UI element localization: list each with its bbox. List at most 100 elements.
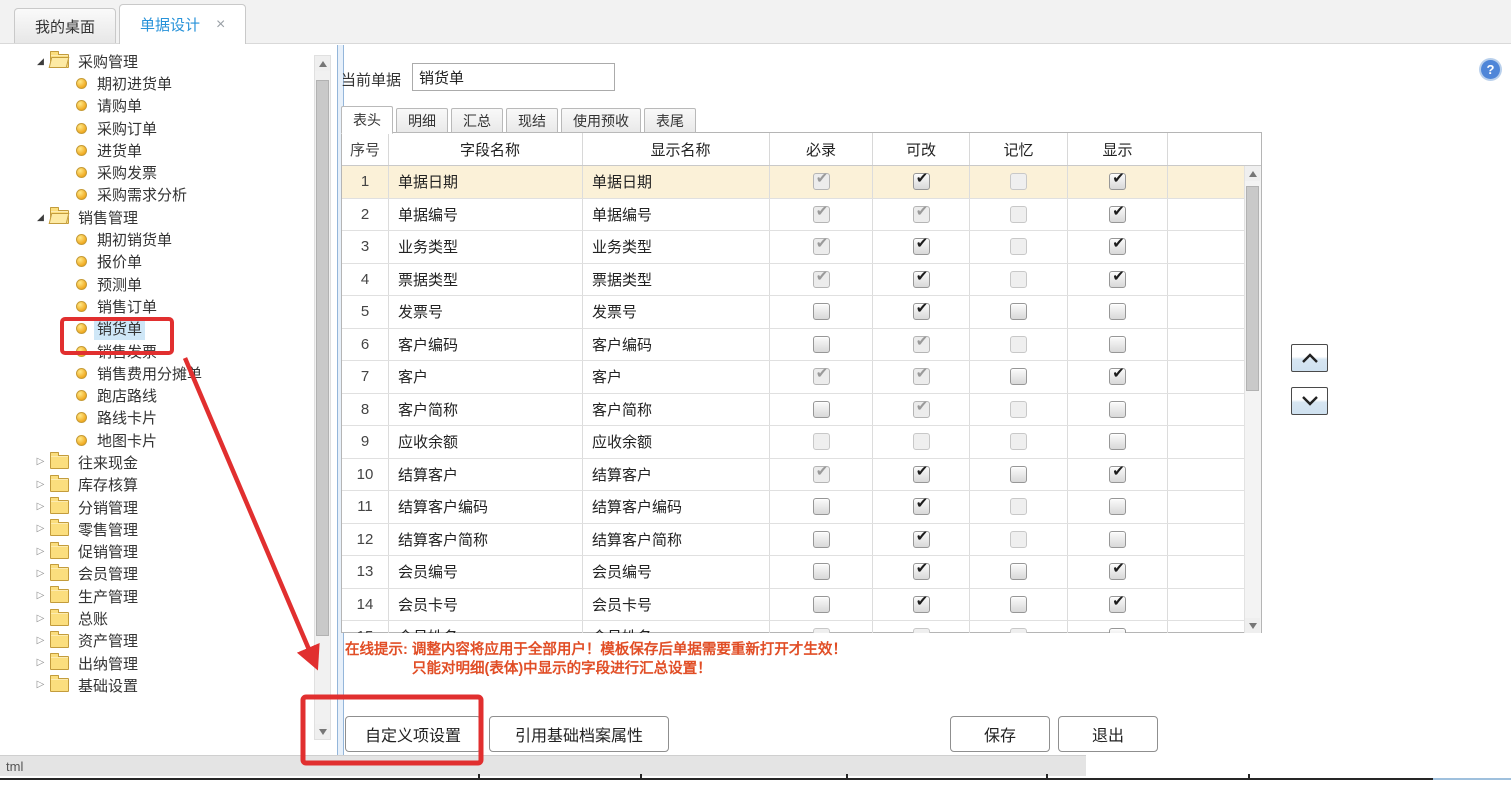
- window-tab-2[interactable]: 单据设计×: [119, 4, 246, 44]
- checkbox-memory[interactable]: [1010, 303, 1027, 320]
- table-row[interactable]: 8客户简称客户简称✔: [342, 394, 1244, 427]
- checkbox-editable[interactable]: ✔: [913, 271, 930, 288]
- checkbox-visible[interactable]: ✔: [1109, 271, 1126, 288]
- checkbox-editable[interactable]: ✔: [913, 596, 930, 613]
- checkbox-visible[interactable]: [1109, 628, 1126, 633]
- tree-item[interactable]: 地图卡片: [0, 429, 310, 451]
- checkbox-editable[interactable]: ✔: [913, 303, 930, 320]
- tree-item[interactable]: ▷分销管理: [0, 496, 310, 518]
- tree-item[interactable]: ▷促销管理: [0, 541, 310, 563]
- checkbox-required[interactable]: [813, 531, 830, 548]
- checkbox-editable[interactable]: ✔: [913, 531, 930, 548]
- scroll-up-button[interactable]: [1245, 166, 1260, 181]
- checkbox-editable[interactable]: ✔: [913, 173, 930, 190]
- tree-item[interactable]: ▷零售管理: [0, 518, 310, 540]
- tree-item[interactable]: 采购发票: [0, 161, 310, 183]
- checkbox-visible[interactable]: ✔: [1109, 563, 1126, 580]
- tree-collapsed-icon[interactable]: ▷: [34, 547, 47, 557]
- tree-item[interactable]: 期初进货单: [0, 72, 310, 94]
- tree-collapsed-icon[interactable]: ▷: [34, 658, 47, 668]
- checkbox-memory[interactable]: [1010, 368, 1027, 385]
- checkbox-editable[interactable]: ✔: [913, 466, 930, 483]
- tree-collapsed-icon[interactable]: ▷: [34, 591, 47, 601]
- window-tab-1[interactable]: 我的桌面: [14, 8, 116, 43]
- close-icon[interactable]: ×: [216, 17, 225, 33]
- checkbox-editable[interactable]: ✔: [913, 498, 930, 515]
- tree-item[interactable]: 预测单: [0, 273, 310, 295]
- tree-item[interactable]: ▷总账: [0, 607, 310, 629]
- tree-item[interactable]: 销售费用分摊单: [0, 362, 310, 384]
- tree-item[interactable]: ◢采购管理: [0, 50, 310, 72]
- tree-item[interactable]: 采购订单: [0, 117, 310, 139]
- checkbox-memory[interactable]: [1010, 596, 1027, 613]
- tree-item[interactable]: ▷基础设置: [0, 674, 310, 696]
- doc-tab-6[interactable]: 表尾: [644, 108, 696, 133]
- tree-collapsed-icon[interactable]: ▷: [34, 502, 47, 512]
- tree-collapsed-icon[interactable]: ▷: [34, 480, 47, 490]
- checkbox-memory[interactable]: [1010, 466, 1027, 483]
- doc-tab-3[interactable]: 汇总: [451, 108, 503, 133]
- table-row[interactable]: 15会员姓名会员姓名: [342, 621, 1244, 633]
- move-up-button[interactable]: [1291, 344, 1328, 372]
- checkbox-required[interactable]: [813, 401, 830, 418]
- checkbox-visible[interactable]: ✔: [1109, 238, 1126, 255]
- checkbox-visible[interactable]: ✔: [1109, 596, 1126, 613]
- checkbox-visible[interactable]: ✔: [1109, 173, 1126, 190]
- tree-collapsed-icon[interactable]: ▷: [34, 569, 47, 579]
- custom-items-settings-button[interactable]: 自定义项设置: [345, 716, 481, 752]
- tree-expanded-icon[interactable]: ◢: [34, 57, 47, 66]
- scroll-up-button[interactable]: [315, 56, 330, 71]
- tree-collapsed-icon[interactable]: ▷: [34, 524, 47, 534]
- current-doc-input[interactable]: [412, 63, 615, 91]
- tree-scrollbar[interactable]: [314, 55, 331, 740]
- tree-item[interactable]: ◢销售管理: [0, 206, 310, 228]
- table-row[interactable]: 5发票号发票号✔: [342, 296, 1244, 329]
- checkbox-required[interactable]: [813, 498, 830, 515]
- tree-expanded-icon[interactable]: ◢: [34, 213, 47, 222]
- tree-item[interactable]: 进货单: [0, 139, 310, 161]
- table-row[interactable]: 10结算客户结算客户✔✔✔: [342, 459, 1244, 492]
- table-row[interactable]: 4票据类型票据类型✔✔✔: [342, 264, 1244, 297]
- table-row[interactable]: 1单据日期单据日期✔✔✔: [342, 166, 1244, 199]
- checkbox-visible[interactable]: [1109, 433, 1126, 450]
- checkbox-visible[interactable]: ✔: [1109, 206, 1126, 223]
- tree-collapsed-icon[interactable]: ▷: [34, 457, 47, 467]
- tree-item[interactable]: ▷资产管理: [0, 630, 310, 652]
- checkbox-editable[interactable]: ✔: [913, 238, 930, 255]
- checkbox-visible[interactable]: [1109, 401, 1126, 418]
- checkbox-required[interactable]: [813, 596, 830, 613]
- table-row[interactable]: 6客户编码客户编码✔: [342, 329, 1244, 362]
- move-down-button[interactable]: [1291, 387, 1328, 415]
- tree-item[interactable]: 销售发票: [0, 340, 310, 362]
- table-scrollbar-thumb[interactable]: [1246, 186, 1259, 391]
- tree-item[interactable]: 请购单: [0, 95, 310, 117]
- save-button[interactable]: 保存: [950, 716, 1050, 752]
- exit-button[interactable]: 退出: [1058, 716, 1158, 752]
- tree-item[interactable]: ▷出纳管理: [0, 652, 310, 674]
- checkbox-visible[interactable]: ✔: [1109, 368, 1126, 385]
- tree-item[interactable]: 跑店路线: [0, 384, 310, 406]
- checkbox-visible[interactable]: [1109, 303, 1126, 320]
- tree-collapsed-icon[interactable]: ▷: [34, 614, 47, 624]
- table-row[interactable]: 11结算客户编码结算客户编码✔: [342, 491, 1244, 524]
- doc-tab-5[interactable]: 使用预收: [561, 108, 641, 133]
- checkbox-required[interactable]: [813, 303, 830, 320]
- checkbox-required[interactable]: [813, 336, 830, 353]
- tree-item[interactable]: 路线卡片: [0, 407, 310, 429]
- tree-item[interactable]: 期初销货单: [0, 228, 310, 250]
- table-row[interactable]: 12结算客户简称结算客户简称✔: [342, 524, 1244, 557]
- tree-item[interactable]: ▷生产管理: [0, 585, 310, 607]
- tree-item[interactable]: 销货单: [0, 318, 310, 340]
- checkbox-memory[interactable]: [1010, 563, 1027, 580]
- checkbox-editable[interactable]: ✔: [913, 563, 930, 580]
- doc-tab-2[interactable]: 明细: [396, 108, 448, 133]
- tree-collapsed-icon[interactable]: ▷: [34, 680, 47, 690]
- checkbox-visible[interactable]: [1109, 531, 1126, 548]
- table-row[interactable]: 2单据编号单据编号✔✔✔: [342, 199, 1244, 232]
- table-row[interactable]: 13会员编号会员编号✔✔: [342, 556, 1244, 589]
- tree-item[interactable]: ▷库存核算: [0, 474, 310, 496]
- reference-archive-attrs-button[interactable]: 引用基础档案属性: [489, 716, 669, 752]
- doc-tab-1[interactable]: 表头: [341, 106, 393, 134]
- checkbox-visible[interactable]: ✔: [1109, 466, 1126, 483]
- table-row[interactable]: 3业务类型业务类型✔✔✔: [342, 231, 1244, 264]
